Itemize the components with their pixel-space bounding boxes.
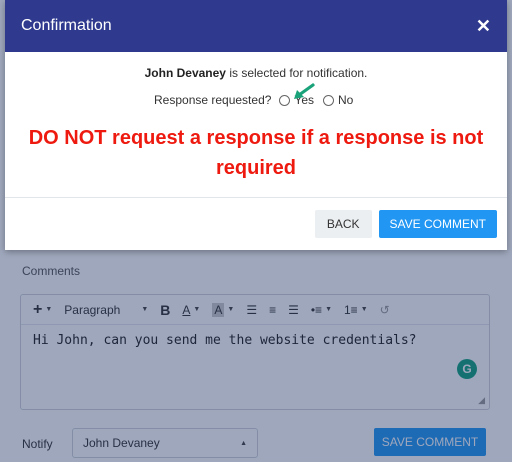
response-requested-row: Response requested? Yes No — [154, 93, 353, 107]
dialog-header: Confirmation ✕ — [5, 0, 507, 52]
dialog-body: John Devaney is selected for notificatio… — [5, 52, 507, 198]
response-no-label[interactable]: No — [338, 93, 353, 107]
warning-line-2: required — [215, 157, 297, 179]
warning-message: DO NOT request a response if a response … — [5, 123, 507, 183]
selected-user-name: John Devaney — [144, 66, 226, 80]
close-icon[interactable]: ✕ — [476, 16, 491, 37]
selected-suffix: is selected for notification. — [225, 66, 368, 80]
confirmation-dialog: Confirmation ✕ John Devaney is selected … — [5, 0, 507, 250]
dialog-title: Confirmation — [21, 17, 112, 34]
save-comment-button[interactable]: SAVE COMMENT — [378, 210, 497, 238]
dialog-footer: BACK SAVE COMMENT — [5, 198, 507, 250]
warning-line-1: DO NOT request a response if a response … — [28, 127, 484, 149]
selected-message: John Devaney is selected for notificatio… — [5, 66, 507, 80]
response-no-radio[interactable] — [323, 94, 334, 106]
green-arrow-icon — [294, 83, 315, 99]
back-button[interactable]: BACK — [314, 210, 372, 238]
response-yes-radio[interactable] — [279, 94, 291, 106]
response-requested-label: Response requested? — [154, 93, 272, 107]
